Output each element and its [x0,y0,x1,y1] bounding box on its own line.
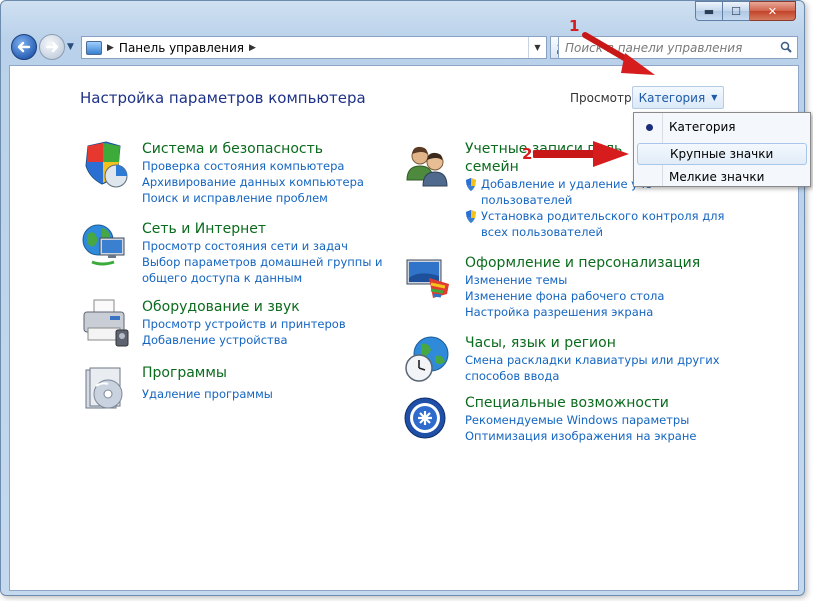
link-homegroup-options-cont[interactable]: общего доступа к данным [142,270,422,286]
recent-pages-chevron-icon[interactable]: ▼ [67,42,74,52]
category-body: Сеть и Интернет Просмотр состояния сети … [142,220,422,286]
link-parental-controls-text[interactable]: Установка родительского контроля для [481,209,724,223]
back-button[interactable] [11,34,37,60]
category-body: Оформление и персонализация Изменение те… [465,254,745,320]
caption-buttons: ▬ ☐ ✕ [695,1,796,21]
menu-item-category-label: Категория [669,120,736,134]
category-body: Часы, язык и регион Смена раскладки клав… [465,334,745,384]
category-network-internet: Сеть и Интернет Просмотр состояния сети … [80,220,420,290]
link-add-remove-accounts-text[interactable]: Добавление и удаление уче [481,177,652,191]
link-parental-controls[interactable]: Установка родительского контроля для [465,208,745,224]
category-title-programs[interactable]: Программы [142,364,422,382]
category-title-ease-of-access[interactable]: Специальные возможности [465,394,745,412]
programs-disk-icon [85,367,123,409]
users-icon [406,146,448,187]
annotation-arrow-2-icon [533,141,629,167]
link-recommended-settings[interactable]: Рекомендуемые Windows параметры [465,412,745,428]
link-uninstall-program[interactable]: Удаление программы [142,386,422,402]
forward-button[interactable] [39,34,65,60]
link-change-theme[interactable]: Изменение темы [465,272,745,288]
page-title: Настройка параметров компьютера [80,89,366,107]
link-find-fix-problems[interactable]: Поиск и исправление проблем [142,190,422,206]
category-body: Система и безопасность Проверка состояни… [142,140,422,206]
breadcrumb-chevron-icon[interactable]: ▶ [249,43,256,53]
control-panel-window: ▬ ☐ ✕ ▼ ▶ Панель управления ▶ ▼ Настройк… [0,0,811,596]
link-parental-controls-cont[interactable]: всех пользователей [465,224,745,240]
address-bar[interactable]: ▶ Панель управления ▶ ▼ [81,36,547,59]
menu-item-large-icons-label: Крупные значки [670,147,774,161]
link-check-computer-status[interactable]: Проверка состояния компьютера [142,158,422,174]
category-body: Оборудование и звук Просмотр устройств и… [142,298,422,348]
shield-chart-icon [85,141,128,188]
category-appearance: Оформление и персонализация Изменение те… [403,254,743,324]
radio-bullet-icon [646,124,653,131]
clock-globe-icon [405,336,449,382]
minimize-button[interactable]: ▬ [695,1,723,21]
uac-shield-icon [466,210,476,223]
view-dropdown-value: Категория [638,90,706,105]
category-title-appearance[interactable]: Оформление и персонализация [465,254,745,272]
back-arrow-icon [17,41,31,53]
view-menu: Категория Крупные значки Мелкие значки [633,112,811,187]
chevron-down-icon: ▼ [711,93,718,102]
close-button[interactable]: ✕ [750,1,796,21]
category-clock-language-region: Часы, язык и регион Смена раскладки клав… [403,334,743,394]
category-ease-of-access: Специальные возможности Рекомендуемые Wi… [403,394,743,454]
breadcrumb-control-panel[interactable]: Панель управления [119,41,244,55]
link-add-remove-accounts-cont[interactable]: пользователей [465,192,745,208]
category-title-clock-language-region[interactable]: Часы, язык и регион [465,334,745,352]
main-content: Настройка параметров компьютера Просмотр… [9,65,811,591]
link-add-device[interactable]: Добавление устройства [142,332,422,348]
link-change-keyboards[interactable]: Смена раскладки клавиатуры или других [465,352,745,368]
annotation-label-2: 2 [522,145,533,163]
menu-item-large-icons[interactable]: Крупные значки [637,143,807,165]
annotation-label-1: 1 [569,17,580,35]
breadcrumb-chevron-icon[interactable]: ▶ [107,43,114,53]
menu-item-small-icons[interactable]: Мелкие значки [637,166,807,188]
link-view-network-status[interactable]: Просмотр состояния сети и задач [142,238,422,254]
printer-icon [83,299,129,347]
category-system-security: Система и безопасность Проверка состояни… [80,140,420,210]
uac-shield-icon [466,178,476,191]
category-body: Программы Удаление программы [142,364,422,402]
category-programs: Программы Удаление программы [80,364,420,414]
forward-arrow-icon [45,41,59,53]
control-panel-icon [86,40,102,55]
search-icon[interactable] [780,41,792,53]
accessibility-icon [404,397,446,439]
address-dropdown-icon[interactable]: ▼ [528,37,546,58]
category-title-hardware-sound[interactable]: Оборудование и звук [142,298,422,316]
link-adjust-screen-resolution[interactable]: Настройка разрешения экрана [465,304,745,320]
category-title-network-internet[interactable]: Сеть и Интернет [142,220,422,238]
link-change-keyboards-cont[interactable]: способов ввода [465,368,745,384]
monitor-palette-icon [406,259,449,298]
category-hardware-sound: Оборудование и звук Просмотр устройств и… [80,298,420,358]
link-view-devices-printers[interactable]: Просмотр устройств и принтеров [142,316,422,332]
annotation-arrow-1-icon [582,32,655,75]
menu-item-category[interactable]: Категория [637,116,807,138]
category-title-system-security[interactable]: Система и безопасность [142,140,422,158]
link-optimize-visual-display[interactable]: Оптимизация изображения на экране [465,428,745,444]
maximize-button[interactable]: ☐ [723,1,750,21]
view-label: Просмотр: [570,91,636,105]
navigation-bar: ▼ ▶ Панель управления ▶ ▼ [9,34,799,62]
view-dropdown[interactable]: Категория ▼ [632,86,724,109]
category-body: Специальные возможности Рекомендуемые Wi… [465,394,745,444]
link-homegroup-options[interactable]: Выбор параметров домашней группы и [142,254,422,270]
link-backup-computer[interactable]: Архивирование данных компьютера [142,174,422,190]
link-change-desktop-background[interactable]: Изменение фона рабочего стола [465,288,745,304]
menu-item-small-icons-label: Мелкие значки [669,170,765,184]
network-globe-icon [82,224,125,266]
